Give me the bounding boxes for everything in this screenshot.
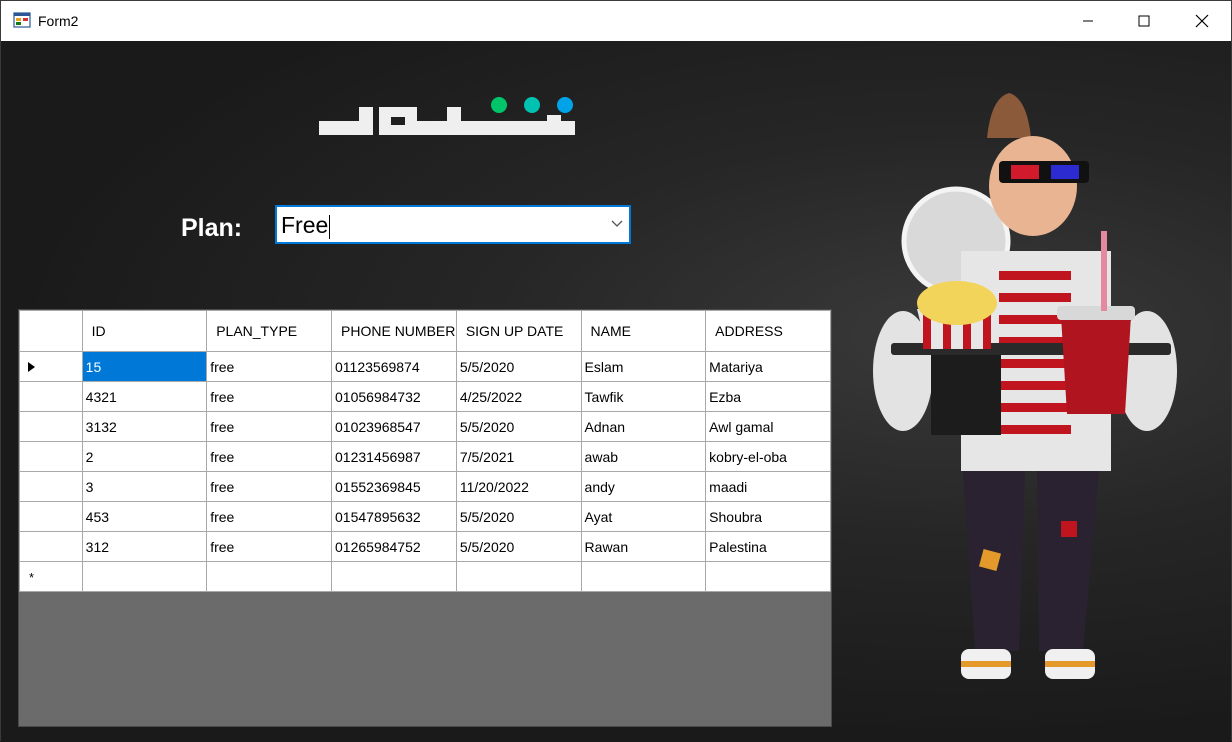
window-title: Form2 <box>38 13 79 29</box>
new-cell[interactable] <box>455 561 582 592</box>
new-cell[interactable] <box>580 561 707 592</box>
cell-plan-type[interactable]: free <box>206 441 333 472</box>
row-header[interactable] <box>19 501 83 532</box>
row-header[interactable] <box>19 441 83 472</box>
close-button[interactable] <box>1173 1 1231 41</box>
minimize-icon <box>1083 20 1093 22</box>
cell-name[interactable]: andy <box>580 471 707 502</box>
new-cell[interactable] <box>705 561 831 592</box>
title-bar[interactable]: Form2 <box>1 1 1231 41</box>
new-cell[interactable] <box>206 561 333 592</box>
new-row[interactable]: * <box>19 561 831 592</box>
cell-sign-up-date[interactable]: 5/5/2020 <box>455 501 582 532</box>
cell-sign-up-date[interactable]: 7/5/2021 <box>455 441 582 472</box>
table-row[interactable]: 4321 free 01056984732 4/25/2022 Tawfik E… <box>19 381 831 412</box>
cell-address[interactable]: maadi <box>705 471 831 502</box>
cell-id[interactable]: 4321 <box>81 381 208 412</box>
cell-sign-up-date[interactable]: 5/5/2020 <box>455 411 582 442</box>
form2-window: Form2 Plan: Free ID PLAN_TYPE PHONE NUMB… <box>0 0 1232 742</box>
cell-sign-up-date[interactable]: 5/5/2020 <box>455 531 582 562</box>
cell-plan-type[interactable]: free <box>206 381 333 412</box>
row-header[interactable] <box>19 381 83 412</box>
cell-plan-type[interactable]: free <box>206 351 333 382</box>
cell-name[interactable]: Tawfik <box>580 381 707 412</box>
cell-plan-type[interactable]: free <box>206 471 333 502</box>
cell-phone-number[interactable]: 01265984752 <box>331 531 457 562</box>
customers-data-grid[interactable]: ID PLAN_TYPE PHONE NUMBER SIGN UP DATE N… <box>18 309 832 727</box>
cell-phone-number[interactable]: 01123569874 <box>331 351 457 382</box>
new-cell[interactable] <box>331 561 457 592</box>
close-icon <box>1195 14 1209 28</box>
row-header[interactable] <box>19 411 83 442</box>
cell-name[interactable]: awab <box>580 441 707 472</box>
cell-phone-number[interactable]: 01056984732 <box>331 381 457 412</box>
cell-id[interactable]: 3 <box>81 471 208 502</box>
cell-address[interactable]: Awl gamal <box>705 411 831 442</box>
brand-logo <box>319 97 575 135</box>
grid-header-row: ID PLAN_TYPE PHONE NUMBER SIGN UP DATE N… <box>19 310 831 352</box>
cell-address[interactable]: Palestina <box>705 531 831 562</box>
cell-plan-type[interactable]: free <box>206 411 333 442</box>
grid-corner-header[interactable] <box>19 310 83 352</box>
row-header[interactable] <box>19 471 83 502</box>
cell-id[interactable]: 15 <box>81 351 208 382</box>
form-app-icon <box>13 12 31 28</box>
cell-id[interactable]: 453 <box>81 501 208 532</box>
column-header-address[interactable]: ADDRESS <box>705 310 831 352</box>
plan-combobox[interactable]: Free <box>275 205 631 244</box>
plan-label: Plan: <box>181 214 243 242</box>
table-row[interactable]: 2 free 01231456987 7/5/2021 awab kobry-e… <box>19 441 831 472</box>
cell-address[interactable]: kobry-el-oba <box>705 441 831 472</box>
maximize-icon <box>1138 15 1150 27</box>
cell-phone-number[interactable]: 01547895632 <box>331 501 457 532</box>
cell-sign-up-date[interactable]: 4/25/2022 <box>455 381 582 412</box>
maximize-button[interactable] <box>1115 1 1173 41</box>
grid-table: ID PLAN_TYPE PHONE NUMBER SIGN UP DATE N… <box>19 310 831 592</box>
column-header-plan-type[interactable]: PLAN_TYPE <box>206 310 333 352</box>
cell-name[interactable]: Eslam <box>580 351 707 382</box>
column-header-phone-number[interactable]: PHONE NUMBER <box>331 310 457 352</box>
table-row[interactable]: 15 free 01123569874 5/5/2020 Eslam Matar… <box>19 351 831 382</box>
cell-plan-type[interactable]: free <box>206 501 333 532</box>
cell-name[interactable]: Ayat <box>580 501 707 532</box>
table-row[interactable]: 312 free 01265984752 5/5/2020 Rawan Pale… <box>19 531 831 562</box>
cell-address[interactable]: Shoubra <box>705 501 831 532</box>
cell-address[interactable]: Matariya <box>705 351 831 382</box>
cell-address[interactable]: Ezba <box>705 381 831 412</box>
table-row[interactable]: 3 free 01552369845 11/20/2022 andy maadi <box>19 471 831 502</box>
cell-phone-number[interactable]: 01023968547 <box>331 411 457 442</box>
cell-sign-up-date[interactable]: 5/5/2020 <box>455 351 582 382</box>
cell-id[interactable]: 3132 <box>81 411 208 442</box>
column-header-sign-up-date[interactable]: SIGN UP DATE <box>455 310 582 352</box>
cell-sign-up-date[interactable]: 11/20/2022 <box>455 471 582 502</box>
minimize-button[interactable] <box>1059 1 1117 41</box>
character-illustration <box>873 93 1177 679</box>
row-header[interactable]: * <box>19 561 83 592</box>
cell-id[interactable]: 2 <box>81 441 208 472</box>
new-cell[interactable] <box>81 561 208 592</box>
cell-plan-type[interactable]: free <box>206 531 333 562</box>
column-header-id[interactable]: ID <box>81 310 208 352</box>
chevron-down-icon[interactable] <box>611 220 623 228</box>
row-header[interactable] <box>19 531 83 562</box>
row-pointer-icon <box>28 362 35 372</box>
cell-id[interactable]: 312 <box>81 531 208 562</box>
table-row[interactable]: 453 free 01547895632 5/5/2020 Ayat Shoub… <box>19 501 831 532</box>
plan-combobox-value: Free <box>281 212 331 239</box>
cell-phone-number[interactable]: 01231456987 <box>331 441 457 472</box>
column-header-name[interactable]: NAME <box>580 310 707 352</box>
row-header[interactable] <box>19 351 83 382</box>
new-row-asterisk-icon: * <box>29 570 35 585</box>
cell-phone-number[interactable]: 01552369845 <box>331 471 457 502</box>
cell-name[interactable]: Adnan <box>580 411 707 442</box>
table-row[interactable]: 3132 free 01023968547 5/5/2020 Adnan Awl… <box>19 411 831 442</box>
cell-name[interactable]: Rawan <box>580 531 707 562</box>
